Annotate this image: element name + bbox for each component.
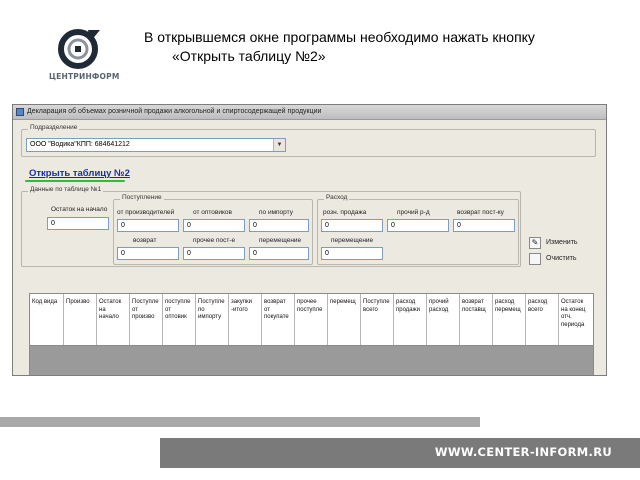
income-label-other: прочее пост-е — [193, 237, 236, 244]
col-header[interactable]: возврат поставщ — [460, 294, 493, 345]
income-field-wholesalers[interactable]: 0 — [183, 219, 245, 232]
col-header[interactable]: прочий расход — [427, 294, 460, 345]
income-label-import: по импорту — [259, 209, 293, 216]
instruction-line-1: В открывшемся окне программы необходимо … — [144, 29, 535, 45]
col-header[interactable]: Поступле от произво — [130, 294, 163, 345]
declaration-window: Декларация об объемах розничной продажи … — [12, 104, 607, 376]
income-field-producers[interactable]: 0 — [117, 219, 179, 232]
expense-field-other[interactable]: 0 — [387, 219, 449, 232]
col-header[interactable]: перемещ — [328, 294, 361, 345]
window-titlebar: Декларация об объемах розничной продажи … — [13, 105, 606, 120]
decorative-bar — [0, 417, 480, 427]
data-grid[interactable]: Код вида Произво Остаток на начало Посту… — [29, 293, 594, 375]
income-field-return[interactable]: 0 — [117, 247, 179, 260]
income-field-import[interactable]: 0 — [249, 219, 309, 232]
edit-button[interactable]: ✎ Изменить — [529, 237, 589, 249]
window-title: Декларация об объемах розничной продажи … — [27, 108, 322, 115]
income-label-return: возврат — [133, 237, 157, 244]
expense-label-transfer: перемещение — [331, 237, 374, 244]
expense-field-retail[interactable]: 0 — [321, 219, 383, 232]
col-header[interactable]: прочее поступле — [295, 294, 328, 345]
col-header[interactable]: Код вида — [30, 294, 64, 345]
edit-button-label: Изменить — [546, 239, 578, 246]
income-label-transfer: перемещение — [259, 237, 302, 244]
table1-data-legend: Данные по таблице №1 — [28, 186, 104, 193]
col-header[interactable]: Остаток на начало — [97, 294, 130, 345]
col-header[interactable]: Поступле всего — [361, 294, 394, 345]
expense-label-retail: розн. продажа — [323, 209, 367, 216]
expense-field-transfer[interactable]: 0 — [321, 247, 383, 260]
subdivision-value: ООО "Водика"КПП: 684641212 — [30, 141, 130, 148]
chevron-down-icon[interactable]: ▼ — [273, 139, 285, 151]
income-label-wholesalers: от оптовиков — [193, 209, 232, 216]
footer-url: WWW.CENTER-INFORM.RU — [434, 445, 612, 459]
expense-field-return[interactable]: 0 — [453, 219, 515, 232]
income-legend: Поступление — [120, 194, 164, 201]
subdivision-legend: Подразделение — [28, 124, 80, 131]
clear-button[interactable]: Очистить — [529, 253, 589, 265]
app-icon — [16, 108, 24, 116]
logo-text: ЦЕНТРИНФОРМ — [49, 72, 120, 81]
subdivision-group: Подразделение ООО "Водика"КПП: 684641212… — [21, 124, 596, 157]
col-header[interactable]: Остаток на конец отч. периода — [559, 294, 593, 345]
income-field-other[interactable]: 0 — [183, 247, 245, 260]
instruction-line-2: «Открыть таблицу №2» — [172, 48, 326, 64]
expense-label-return: возврат пост-ку — [457, 209, 504, 216]
start-balance-field[interactable]: 0 — [47, 217, 109, 230]
start-balance-label: Остаток на начало — [51, 206, 108, 213]
col-header[interactable]: расход всего — [526, 294, 559, 345]
subdivision-select[interactable]: ООО "Водика"КПП: 684641212 ▼ — [26, 138, 286, 152]
income-field-transfer[interactable]: 0 — [249, 247, 309, 260]
col-header[interactable]: расход продажи — [394, 294, 427, 345]
instruction-text: В открывшемся окне программы необходимо … — [144, 28, 535, 66]
expense-label-other: прочий р-д — [397, 209, 430, 216]
open-table-2-link[interactable]: Открыть таблицу №2 — [29, 168, 130, 179]
footer-bar: WWW.CENTER-INFORM.RU — [160, 438, 640, 468]
col-header[interactable]: расход перемещ — [493, 294, 526, 345]
col-header[interactable]: закупки -итого — [229, 294, 262, 345]
income-label-producers: от производителей — [117, 209, 175, 216]
highlight-underline — [25, 180, 125, 182]
clear-button-label: Очистить — [546, 255, 577, 262]
col-header[interactable]: возврат от покупате — [262, 294, 295, 345]
clear-icon — [529, 253, 541, 265]
col-header[interactable]: Поступле по импорту — [196, 294, 229, 345]
expense-legend: Расход — [324, 194, 350, 201]
pencil-icon: ✎ — [529, 237, 541, 249]
grid-header: Код вида Произво Остаток на начало Посту… — [30, 294, 593, 346]
col-header[interactable]: Произво — [64, 294, 97, 345]
col-header[interactable]: поступле от оптовик — [163, 294, 196, 345]
